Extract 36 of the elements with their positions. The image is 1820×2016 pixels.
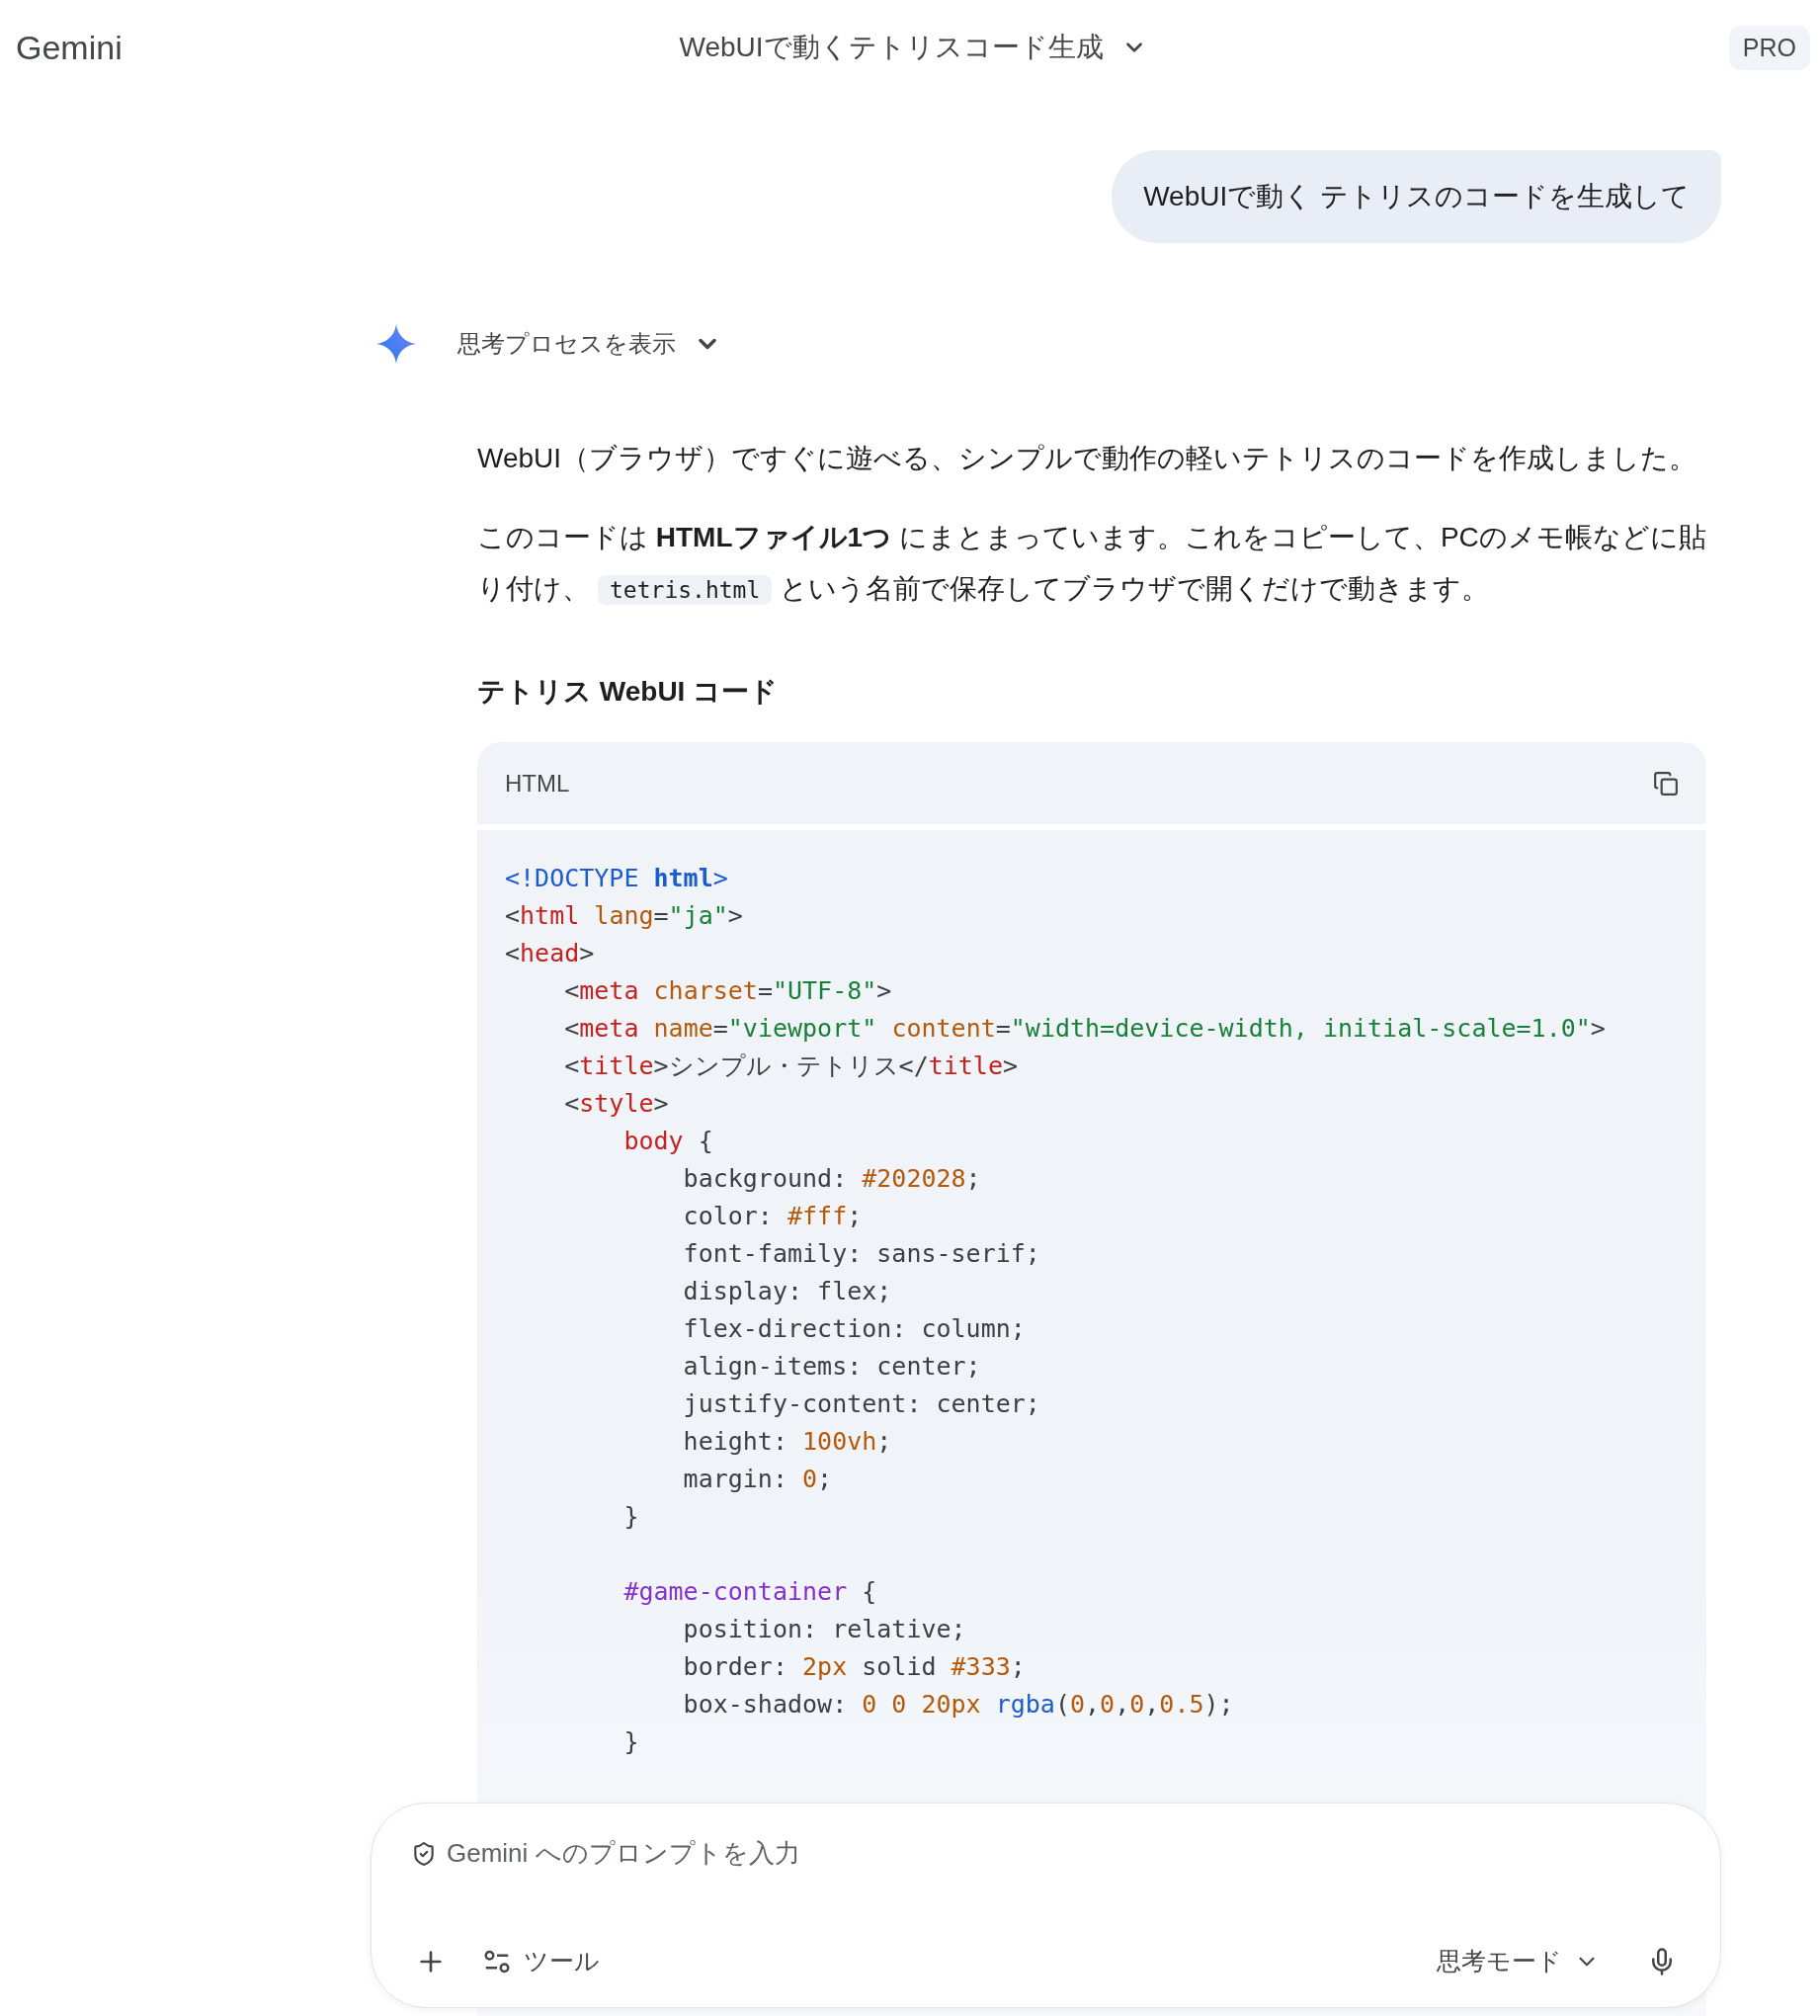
code-line: <head> xyxy=(505,938,596,969)
code-line: justify-content: center; xyxy=(682,1388,1041,1420)
user-message: WebUIで動く テトリスのコードを生成して xyxy=(1112,150,1721,243)
code-line: height: 100vh; xyxy=(682,1426,893,1458)
code-line: } xyxy=(622,1726,640,1758)
code-language-label: HTML xyxy=(505,769,570,798)
code-line: display: flex; xyxy=(682,1276,893,1307)
code-line: <html lang="ja"> xyxy=(505,900,744,932)
code-line: <title>シンプル・テトリス</title> xyxy=(563,1050,1019,1082)
code-line: <meta charset="UTF-8"> xyxy=(563,975,893,1007)
response-paragraph: WebUI（ブラウザ）ですぐに遊べる、シンプルで動作の軽いテトリスのコードを作成しました。 xyxy=(477,442,1698,475)
code-line: align-items: center; xyxy=(682,1351,982,1383)
code-line: flex-direction: column; xyxy=(682,1313,1027,1345)
code-line: margin: 0; xyxy=(682,1464,834,1495)
plan-badge: PRO xyxy=(1728,25,1810,70)
code-line: color: #fff; xyxy=(682,1201,864,1232)
code-line: <meta name="viewport" content="width=device-width, initial-scale=1.0"> xyxy=(563,1013,1607,1045)
shield-icon xyxy=(411,1840,437,1867)
code-line: #game-container { xyxy=(622,1576,878,1608)
code-line: font-family: sans-serif; xyxy=(682,1238,1041,1270)
app-logo: Gemini xyxy=(16,28,123,67)
code-line: <style> xyxy=(563,1088,670,1120)
code-line: } xyxy=(622,1501,640,1533)
section-heading: テトリス WebUI コード xyxy=(477,675,780,709)
code-line: border: 2px solid #333; xyxy=(682,1651,1027,1683)
copy-button[interactable] xyxy=(1653,770,1679,797)
show-thinking-toggle[interactable]: 思考プロセスを表示 xyxy=(457,328,721,360)
code-line: box-shadow: 0 0 20px rgba(0,0,0,0.5); xyxy=(682,1689,1235,1721)
code-line: position: relative; xyxy=(682,1614,967,1645)
code-line: body { xyxy=(622,1126,714,1157)
code-line: background: #202028; xyxy=(682,1163,982,1195)
tools-button[interactable]: ツール xyxy=(478,1941,604,1981)
code-line: <!DOCTYPE html> xyxy=(505,863,729,894)
response-paragraph: このコードは HTMLファイル1つ にまとまっています。これをコピーして、PCのメモ帳などに貼り付け、 tetris.html という名前で保存してブラウザで開くだけで動きます。 xyxy=(477,521,1706,607)
chat-title-dropdown[interactable]: WebUIで動くテトリスコード生成 xyxy=(669,23,1157,72)
mode-dropdown[interactable]: 思考モード xyxy=(1433,1941,1604,1981)
